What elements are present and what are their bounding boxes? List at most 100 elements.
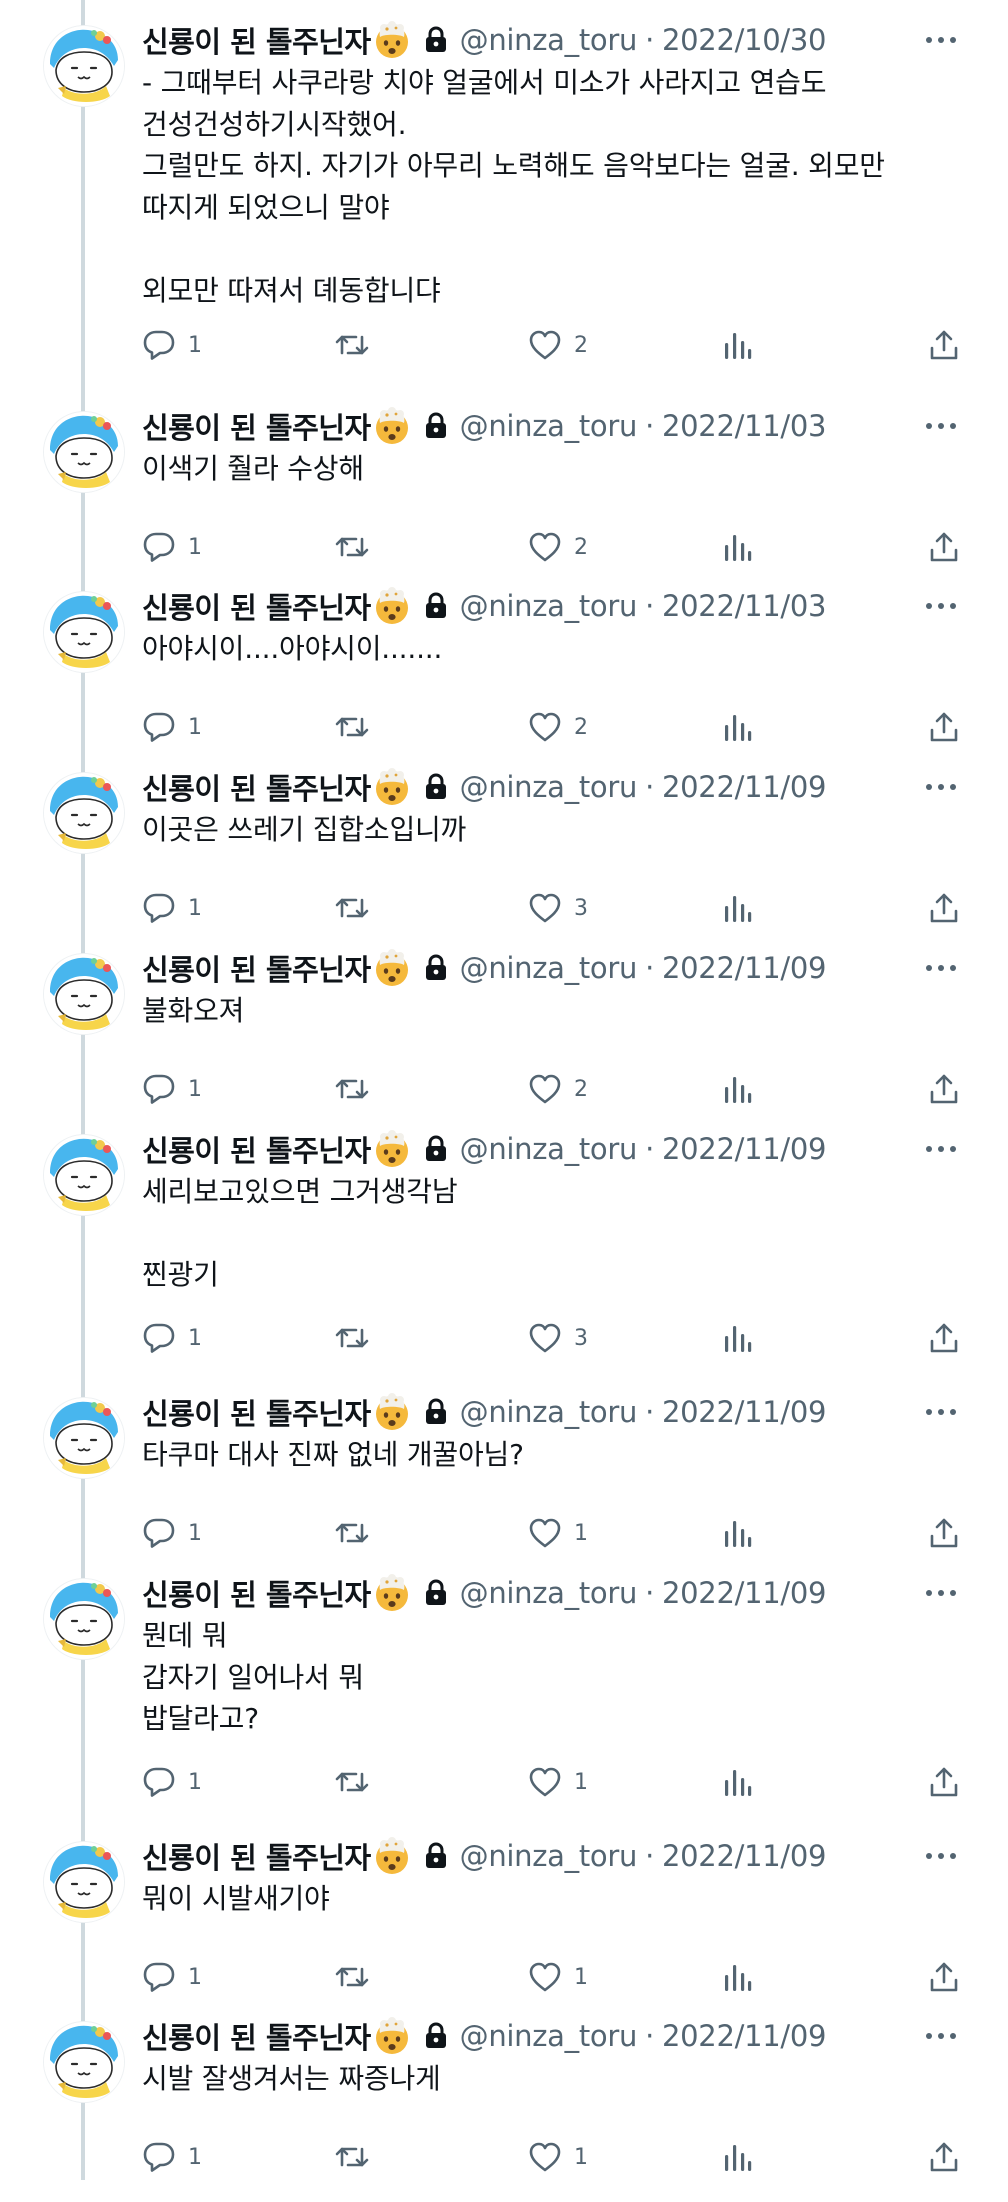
user-handle[interactable]: @ninza_toru [460, 951, 638, 985]
like-button[interactable]: 3 [528, 888, 588, 928]
more-icon[interactable] [924, 1400, 958, 1424]
retweet-button[interactable] [334, 1069, 370, 1109]
avatar[interactable] [44, 412, 124, 492]
display-name[interactable]: 신룡이 된 톨주닌자 [142, 1128, 371, 1170]
retweet-button[interactable] [334, 1513, 370, 1553]
tweet-date[interactable]: 2022/11/09 [662, 951, 826, 985]
retweet-button[interactable] [334, 888, 370, 928]
like-button[interactable]: 1 [528, 1957, 588, 1997]
more-icon[interactable] [924, 775, 958, 799]
avatar[interactable] [44, 2022, 124, 2102]
more-icon[interactable] [924, 956, 958, 980]
like-button[interactable]: 2 [528, 1069, 588, 1109]
reply-button[interactable]: 1 [142, 888, 202, 928]
more-icon[interactable] [924, 2024, 958, 2048]
retweet-button[interactable] [334, 1762, 370, 1802]
share-button[interactable] [928, 707, 960, 747]
more-icon[interactable] [924, 414, 958, 438]
views-button[interactable] [722, 2137, 752, 2177]
display-name[interactable]: 신룡이 된 톨주닌자 [142, 1835, 371, 1877]
like-button[interactable]: 1 [528, 1762, 588, 1802]
user-handle[interactable]: @ninza_toru [460, 23, 638, 57]
more-icon[interactable] [924, 1137, 958, 1161]
views-button[interactable] [722, 527, 752, 567]
like-button[interactable]: 2 [528, 707, 588, 747]
display-name[interactable]: 신룡이 된 톨주닌자 [142, 1572, 371, 1614]
user-handle[interactable]: @ninza_toru [460, 1132, 638, 1166]
reply-button[interactable]: 1 [142, 1762, 202, 1802]
tweet-date[interactable]: 2022/11/03 [662, 409, 826, 443]
reply-button[interactable]: 1 [142, 707, 202, 747]
display-name[interactable]: 신룡이 된 톨주닌자 [142, 1391, 371, 1433]
tweet-date[interactable]: 2022/11/09 [662, 1132, 826, 1166]
user-handle[interactable]: @ninza_toru [460, 1839, 638, 1873]
like-button[interactable]: 1 [528, 2137, 588, 2177]
views-button[interactable] [722, 707, 752, 747]
views-button[interactable] [722, 1957, 752, 1997]
more-icon[interactable] [924, 28, 958, 52]
like-button[interactable]: 2 [528, 325, 588, 365]
more-icon[interactable] [924, 1844, 958, 1868]
share-button[interactable] [928, 1513, 960, 1553]
tweet-date[interactable]: 2022/10/30 [662, 23, 826, 57]
share-button[interactable] [928, 527, 960, 567]
user-handle[interactable]: @ninza_toru [460, 589, 638, 623]
share-button[interactable] [928, 1318, 960, 1358]
display-name[interactable]: 신룡이 된 톨주닌자 [142, 947, 371, 989]
share-button[interactable] [928, 325, 960, 365]
more-icon[interactable] [924, 1581, 958, 1605]
user-handle[interactable]: @ninza_toru [460, 1576, 638, 1610]
avatar[interactable] [44, 26, 124, 106]
views-button[interactable] [722, 1318, 752, 1358]
reply-button[interactable]: 1 [142, 2137, 202, 2177]
more-icon[interactable] [924, 594, 958, 618]
retweet-button[interactable] [334, 1957, 370, 1997]
user-handle[interactable]: @ninza_toru [460, 2019, 638, 2053]
display-name[interactable]: 신룡이 된 톨주닌자 [142, 585, 371, 627]
user-handle[interactable]: @ninza_toru [460, 409, 638, 443]
tweet-date[interactable]: 2022/11/09 [662, 1395, 826, 1429]
like-button[interactable]: 3 [528, 1318, 588, 1358]
retweet-button[interactable] [334, 2137, 370, 2177]
tweet-date[interactable]: 2022/11/09 [662, 2019, 826, 2053]
views-button[interactable] [722, 888, 752, 928]
reply-button[interactable]: 1 [142, 1069, 202, 1109]
display-name[interactable]: 신룡이 된 톨주닌자 [142, 766, 371, 808]
share-button[interactable] [928, 1069, 960, 1109]
tweet-date[interactable]: 2022/11/09 [662, 1839, 826, 1873]
avatar[interactable] [44, 773, 124, 853]
views-button[interactable] [722, 325, 752, 365]
retweet-button[interactable] [334, 527, 370, 567]
reply-button[interactable]: 1 [142, 1957, 202, 1997]
views-button[interactable] [722, 1513, 752, 1553]
reply-button[interactable]: 1 [142, 325, 202, 365]
tweet-date[interactable]: 2022/11/09 [662, 1576, 826, 1610]
reply-button[interactable]: 1 [142, 527, 202, 567]
retweet-button[interactable] [334, 325, 370, 365]
avatar[interactable] [44, 1579, 124, 1659]
like-button[interactable]: 2 [528, 527, 588, 567]
views-button[interactable] [722, 1069, 752, 1109]
share-button[interactable] [928, 888, 960, 928]
views-button[interactable] [722, 1762, 752, 1802]
share-button[interactable] [928, 1957, 960, 1997]
retweet-button[interactable] [334, 1318, 370, 1358]
avatar[interactable] [44, 954, 124, 1034]
tweet-date[interactable]: 2022/11/09 [662, 770, 826, 804]
display-name[interactable]: 신룡이 된 톨주닌자 [142, 405, 371, 447]
avatar[interactable] [44, 1135, 124, 1215]
like-button[interactable]: 1 [528, 1513, 588, 1553]
reply-button[interactable]: 1 [142, 1318, 202, 1358]
user-handle[interactable]: @ninza_toru [460, 1395, 638, 1429]
avatar[interactable] [44, 592, 124, 672]
display-name[interactable]: 신룡이 된 톨주닌자 [142, 19, 371, 61]
user-handle[interactable]: @ninza_toru [460, 770, 638, 804]
share-button[interactable] [928, 2137, 960, 2177]
reply-button[interactable]: 1 [142, 1513, 202, 1553]
share-button[interactable] [928, 1762, 960, 1802]
retweet-button[interactable] [334, 707, 370, 747]
avatar[interactable] [44, 1842, 124, 1922]
display-name[interactable]: 신룡이 된 톨주닌자 [142, 2015, 371, 2057]
tweet-date[interactable]: 2022/11/03 [662, 589, 826, 623]
avatar[interactable] [44, 1398, 124, 1478]
